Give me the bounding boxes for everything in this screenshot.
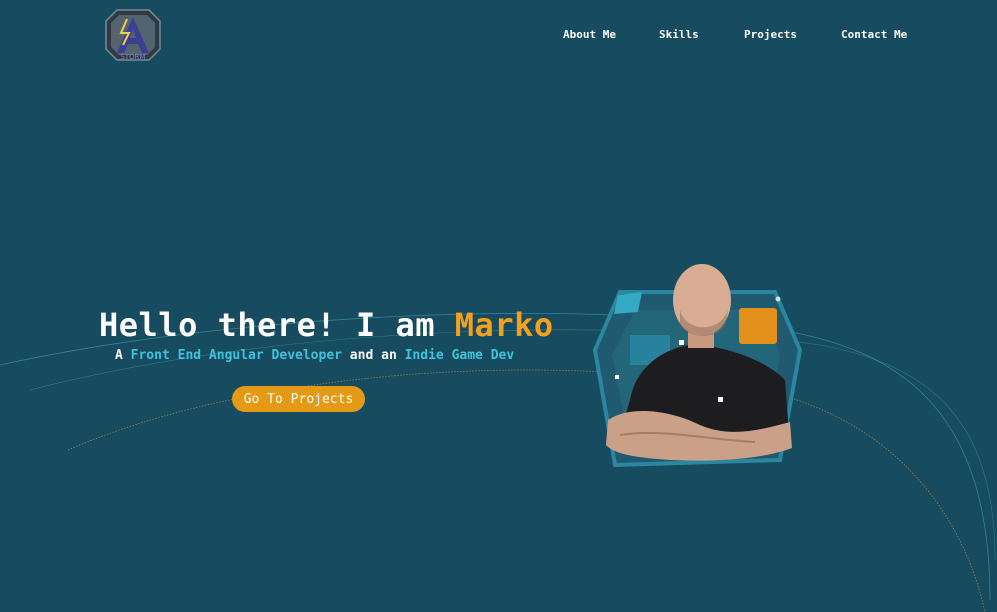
- nav-link-skills[interactable]: Skills: [659, 28, 699, 41]
- hero-subtitle: A Front End Angular Developer and an Ind…: [115, 348, 514, 363]
- subtitle-lead: A: [115, 348, 131, 363]
- nav-link-contact[interactable]: Contact Me: [841, 28, 907, 41]
- logo-text: STORM: [120, 53, 145, 61]
- subtitle-and: and an: [341, 348, 405, 363]
- go-to-projects-button[interactable]: Go To Projects: [232, 386, 365, 412]
- main-nav: About Me Skills Projects Contact Me: [0, 28, 997, 44]
- profile-portrait: [592, 264, 803, 468]
- hero-title: Hello there! I am Marko: [99, 306, 554, 344]
- nav-link-projects[interactable]: Projects: [744, 28, 797, 41]
- hero-title-prefix: Hello there! I am: [99, 306, 455, 344]
- nav-link-about[interactable]: About Me: [563, 28, 616, 41]
- role-frontend: Front End Angular Developer: [130, 348, 342, 363]
- role-gamedev: Indie Game Dev: [404, 348, 515, 363]
- hero-name: Marko: [454, 306, 554, 344]
